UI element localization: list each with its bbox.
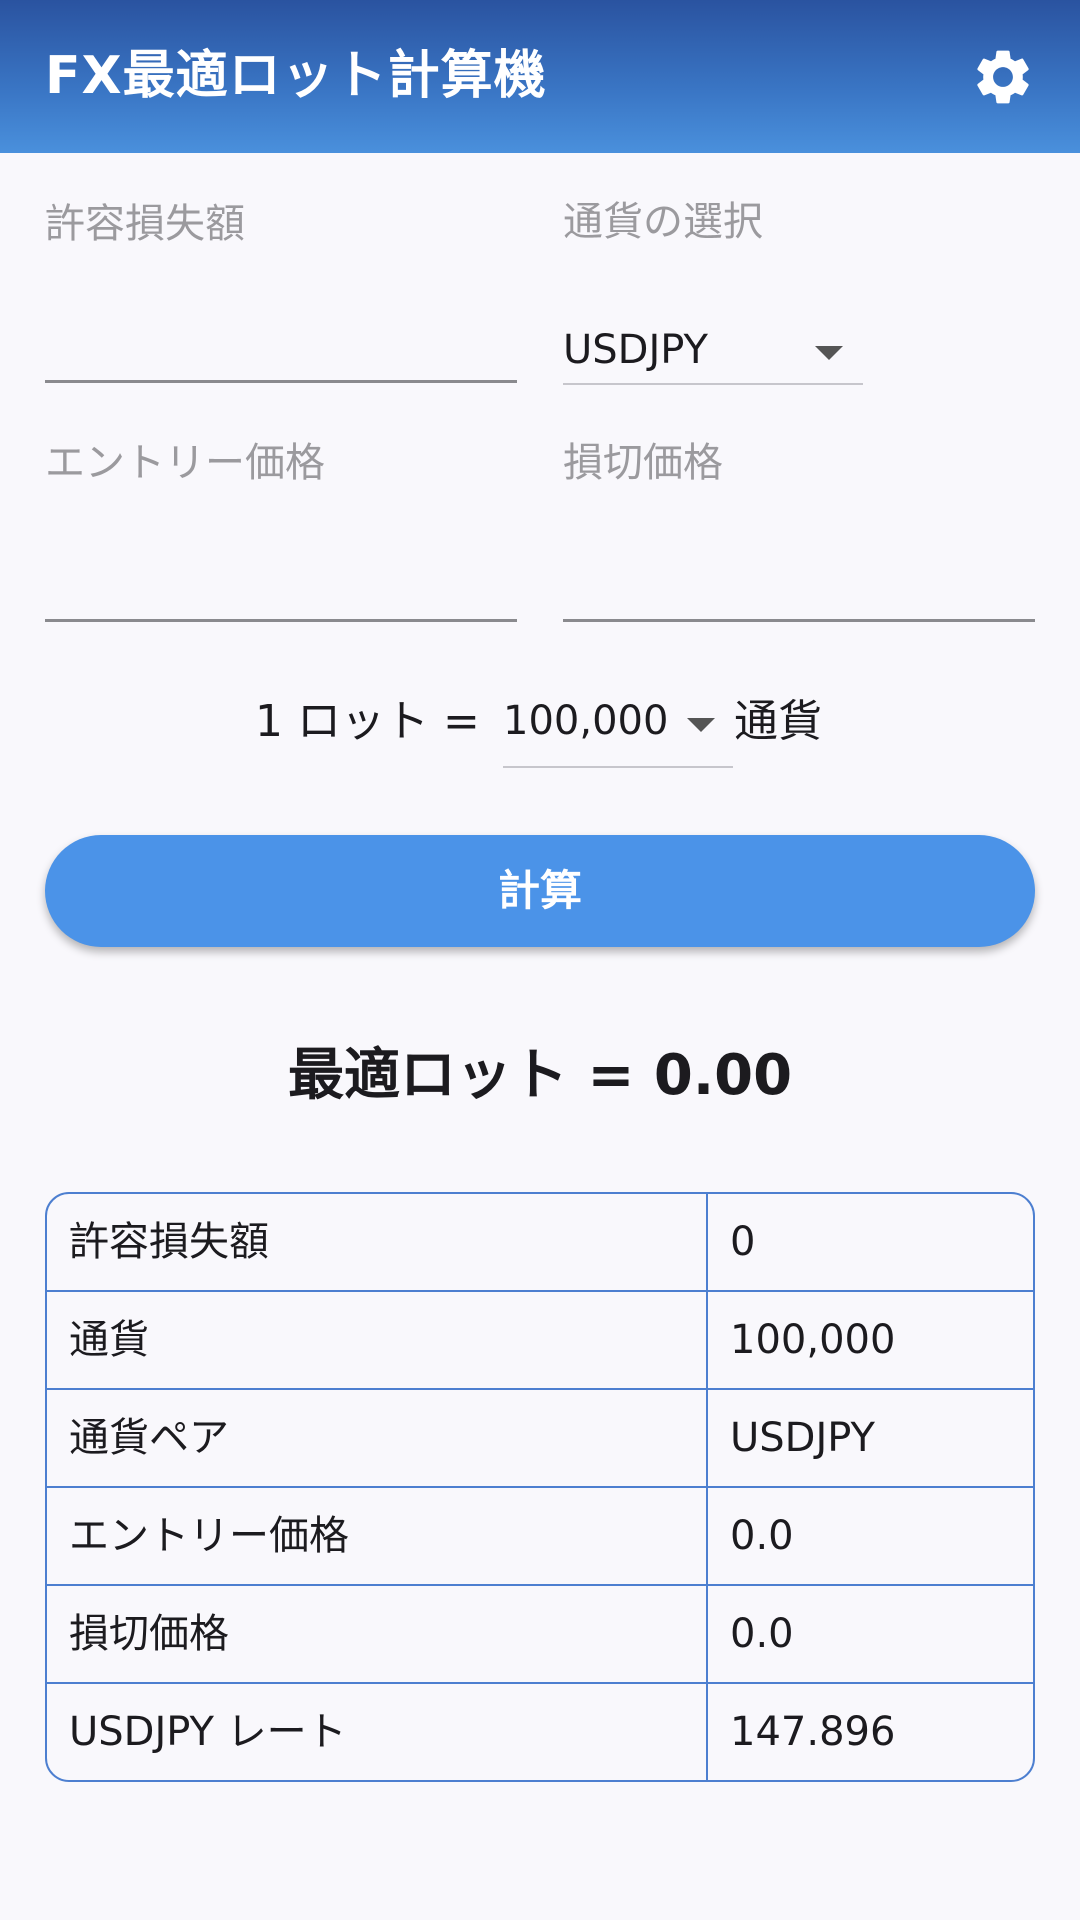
lot-size-dropdown-underline	[503, 766, 733, 768]
allowable-loss-input[interactable]	[45, 320, 517, 376]
table-row: 損切価格 0.0	[47, 1586, 1033, 1684]
calculate-button[interactable]: 計算	[45, 835, 1035, 947]
app-title: FX最適ロット計算機	[45, 46, 547, 106]
table-row: 許容損失額 0	[47, 1194, 1033, 1292]
chevron-down-icon	[687, 718, 715, 732]
table-row-key: 通貨ペア	[47, 1390, 708, 1486]
table-row-value: 0.0	[730, 1611, 794, 1657]
table-row: 通貨 100,000	[47, 1292, 1033, 1390]
summary-table: 許容損失額 0 通貨 100,000 通貨ペア USDJPY エントリー価格 0…	[45, 1192, 1035, 1782]
gear-icon	[977, 50, 1029, 104]
allowable-loss-underline	[45, 380, 517, 383]
table-row-key: USDJPY レート	[47, 1684, 708, 1780]
table-row-value: 147.896	[730, 1709, 896, 1755]
allowable-loss-label: 許容損失額	[45, 201, 245, 247]
entry-price-label: エントリー価格	[45, 440, 325, 486]
table-row: エントリー価格 0.0	[47, 1488, 1033, 1586]
stop-loss-price-underline	[563, 619, 1035, 622]
stop-loss-price-label: 損切価格	[563, 440, 723, 486]
lot-prefix-label: 1 ロット =	[255, 696, 480, 747]
table-row-value: USDJPY	[730, 1415, 875, 1461]
table-row: 通貨ペア USDJPY	[47, 1390, 1033, 1488]
table-row-key: 通貨	[47, 1292, 708, 1388]
currency-dropdown-value: USDJPY	[563, 327, 708, 373]
stop-loss-price-input[interactable]	[563, 558, 1035, 614]
currency-dropdown-underline	[563, 383, 863, 385]
table-row: USDJPY レート 147.896	[47, 1684, 1033, 1780]
table-row-key: 許容損失額	[47, 1194, 708, 1290]
entry-price-underline	[45, 619, 517, 622]
chevron-down-icon	[815, 346, 843, 360]
lot-suffix-label: 通貨	[734, 696, 822, 747]
currency-select-label: 通貨の選択	[563, 199, 763, 245]
table-row-key: 損切価格	[47, 1586, 708, 1682]
table-row-value: 0.0	[730, 1513, 794, 1559]
lot-size-dropdown[interactable]: 100,000	[503, 694, 733, 768]
currency-dropdown[interactable]: USDJPY	[563, 323, 863, 386]
app-bar: FX最適ロット計算機	[0, 0, 1080, 153]
entry-price-input[interactable]	[45, 558, 517, 614]
optimal-lot-result: 最適ロット = 0.00	[287, 1043, 793, 1108]
table-row-value: 100,000	[730, 1317, 896, 1363]
settings-button[interactable]	[970, 44, 1036, 110]
table-row-value: 0	[730, 1219, 756, 1265]
lot-size-dropdown-value: 100,000	[503, 698, 669, 744]
table-row-key: エントリー価格	[47, 1488, 708, 1584]
